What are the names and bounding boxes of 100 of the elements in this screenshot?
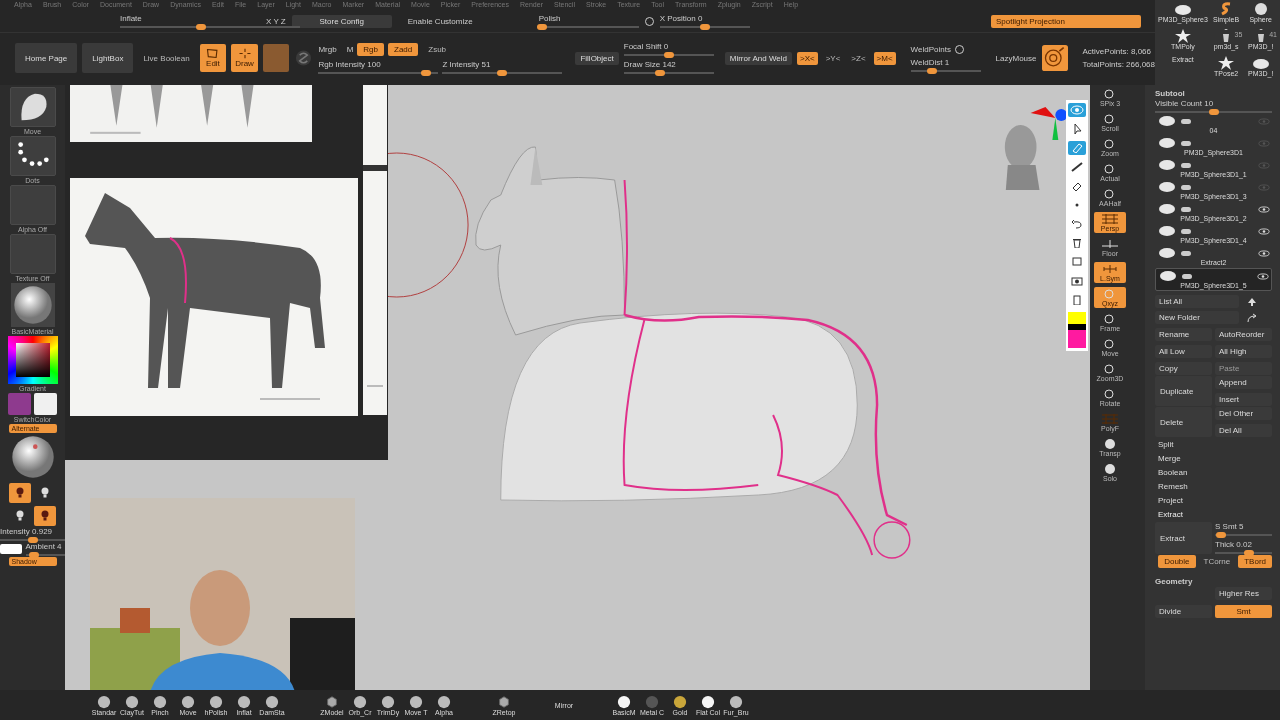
toggle-icon[interactable]: [1181, 140, 1191, 146]
color-palette-icon[interactable]: [1068, 312, 1086, 348]
delete-button[interactable]: Delete: [1155, 407, 1212, 437]
z-intensity-slider[interactable]: Z Intensity 51: [442, 59, 563, 74]
subtool-button[interactable]: Rename: [1155, 328, 1212, 341]
subtool-menu-item[interactable]: Boolean: [1155, 466, 1272, 479]
x-position-slider[interactable]: X Position 0: [659, 14, 750, 28]
slider-thumb[interactable]: [699, 24, 710, 30]
mrgb-button[interactable]: Mrgb: [318, 44, 337, 54]
slider-thumb[interactable]: [663, 52, 674, 58]
extract-button[interactable]: Extract: [1155, 522, 1212, 554]
store-config-button[interactable]: Store Config: [291, 14, 392, 28]
material-sphere-icon[interactable]: [10, 283, 55, 327]
toggle-icon[interactable]: [1181, 228, 1191, 234]
toggle-icon[interactable]: [1181, 250, 1191, 256]
alpha-thumbnail[interactable]: [9, 185, 56, 225]
slider-thumb[interactable]: [536, 24, 547, 30]
brush-thumbnail[interactable]: [9, 87, 56, 127]
slider-thumb[interactable]: [497, 69, 508, 76]
subtool-button[interactable]: Del All: [1215, 424, 1272, 437]
nav-button[interactable]: Live Boolean: [138, 51, 195, 65]
nav-button[interactable]: LightBox: [82, 43, 134, 73]
slider-thumb[interactable]: [28, 552, 39, 558]
duplicate-button[interactable]: Duplicate: [1155, 376, 1212, 406]
polish-slider[interactable]: Polish: [538, 14, 639, 28]
s-smt-slider[interactable]: S Smt 5: [1215, 522, 1272, 536]
higher-res-button[interactable]: Higher Res: [1215, 587, 1272, 600]
subtool-menu-item[interactable]: Merge: [1155, 452, 1272, 465]
axis-button[interactable]: >Z<: [848, 51, 869, 65]
spotlight-projection-button[interactable]: Spotlight Projection: [991, 14, 1141, 28]
toggle-icon[interactable]: [1181, 206, 1191, 212]
stroke-thumbnail[interactable]: [9, 136, 56, 176]
weld-points-label[interactable]: WeldPoints: [910, 44, 951, 54]
axis-gizmo-icon[interactable]: [1030, 107, 1068, 140]
camera-icon[interactable]: [1068, 274, 1086, 288]
subtool-button[interactable]: All Low: [1155, 345, 1212, 358]
list-all-button[interactable]: List All: [1155, 295, 1239, 308]
focal-shift-slider[interactable]: Focal Shift 0: [623, 42, 714, 56]
enable-customize-label[interactable]: Enable Customize: [407, 16, 473, 26]
geometry-title[interactable]: Geometry: [1155, 577, 1272, 586]
visible-count-slider[interactable]: Visible Count 10: [1155, 99, 1272, 113]
rgb-button[interactable]: Rgb: [357, 42, 384, 56]
extract-option-button[interactable]: TBord: [1238, 555, 1272, 568]
texture-thumbnail[interactable]: [9, 234, 56, 274]
light-bulb-icon[interactable]: [9, 483, 31, 503]
subtool-menu-item[interactable]: Remesh: [1155, 480, 1272, 493]
divide-button[interactable]: Divide: [1155, 605, 1212, 618]
subtool-button[interactable]: Insert: [1215, 393, 1272, 406]
slider-thumb[interactable]: [1244, 550, 1255, 556]
toggle-icon[interactable]: [1182, 273, 1192, 279]
mode-button[interactable]: Draw: [231, 44, 258, 72]
subtool-menu-item[interactable]: Split: [1155, 438, 1272, 451]
fill-object-button[interactable]: FillObject: [575, 51, 619, 65]
blob-icon[interactable]: [1250, 56, 1271, 70]
subtool-button[interactable]: Append: [1215, 376, 1272, 389]
slider-thumb[interactable]: [196, 24, 206, 30]
new-folder-button[interactable]: New Folder: [1155, 311, 1239, 324]
viewport[interactable]: [65, 85, 1090, 690]
slider-thumb[interactable]: [926, 67, 937, 74]
light-sphere-icon[interactable]: [9, 434, 56, 480]
subtool-button[interactable]: All High: [1215, 345, 1272, 358]
extract-option-button[interactable]: Double: [1158, 555, 1196, 568]
toggle-icon[interactable]: [1181, 184, 1191, 190]
subtool-menu-item[interactable]: Project: [1155, 494, 1272, 507]
swirl-icon[interactable]: [294, 48, 314, 68]
axis-button[interactable]: >Y<: [822, 51, 844, 65]
zsub-button[interactable]: Zsub: [422, 42, 453, 56]
draw-size-slider[interactable]: Draw Size 142: [623, 60, 714, 74]
mode-button[interactable]: Edit: [199, 44, 227, 72]
intensity-slider[interactable]: Intensity 0.929: [0, 527, 65, 541]
color-picker[interactable]: [7, 336, 58, 384]
light-bulb-icon[interactable]: [34, 506, 56, 526]
subtool-button[interactable]: AutoReorder: [1215, 328, 1272, 341]
mirror-and-weld-button[interactable]: Mirror And Weld: [724, 51, 792, 65]
extract-section-title[interactable]: Extract: [1155, 508, 1272, 521]
extract-option-button[interactable]: TCorne: [1197, 555, 1237, 568]
rgb-intensity-slider[interactable]: Rgb Intensity 100: [318, 59, 439, 74]
slider-thumb[interactable]: [27, 537, 38, 543]
ambient-color-swatch[interactable]: [0, 544, 22, 554]
zadd-button[interactable]: Zadd: [388, 42, 419, 56]
smt-button[interactable]: Smt: [1215, 605, 1272, 618]
blob-icon[interactable]: [1172, 2, 1193, 16]
axis-button[interactable]: >X<: [796, 51, 818, 65]
toggle-icon[interactable]: [1181, 118, 1191, 124]
color-swatch[interactable]: [8, 393, 31, 415]
slider-thumb[interactable]: [1208, 109, 1219, 115]
slider-thumb[interactable]: [421, 69, 432, 76]
weld-dist-slider[interactable]: WeldDist 1: [910, 57, 981, 72]
slider-thumb[interactable]: [1215, 532, 1226, 538]
color-swatch[interactable]: [34, 393, 57, 415]
nav-button[interactable]: Home Page: [15, 43, 78, 73]
m-button[interactable]: M: [346, 44, 354, 54]
subtool-title[interactable]: Subtool: [1155, 89, 1272, 98]
subtool-button[interactable]: Del Other: [1215, 407, 1272, 420]
axis-button[interactable]: >M<: [873, 51, 896, 65]
toggle-icon[interactable]: [1181, 162, 1191, 168]
lazy-mouse-label[interactable]: LazyMouse: [995, 53, 1037, 63]
subtool-button[interactable]: Copy: [1155, 362, 1212, 375]
slider-thumb[interactable]: [654, 70, 665, 76]
target-icon[interactable]: [1041, 45, 1068, 71]
